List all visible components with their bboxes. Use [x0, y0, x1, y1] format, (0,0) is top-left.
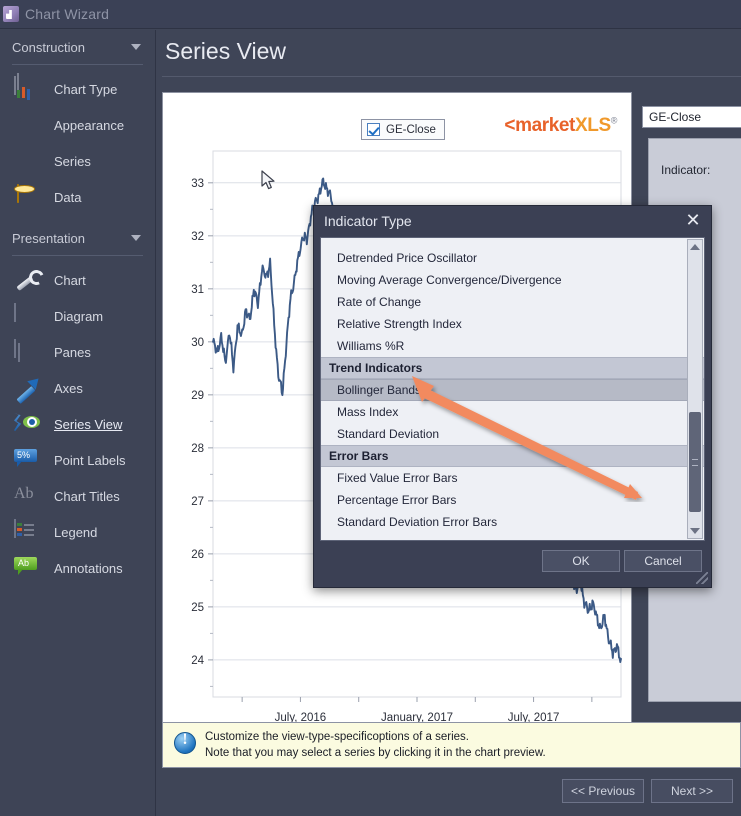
indicator-list-item[interactable]: Williams %R — [321, 335, 704, 357]
indicator-list-item[interactable]: Percentage Error Bars — [321, 489, 704, 511]
sidebar-item-label: Point Labels — [54, 452, 126, 468]
svg-text:25: 25 — [191, 602, 204, 614]
sidebar-item-label: Axes — [54, 380, 83, 396]
help-line-1: Customize the view-type-specificoptions … — [205, 731, 469, 743]
wizard-footer: << Previous Next >> — [157, 768, 741, 816]
indicator-list-item[interactable]: Moving Average Convergence/Divergence — [321, 269, 704, 291]
sidebar-item-label: Chart Titles — [54, 488, 120, 504]
resize-grip-icon[interactable] — [696, 572, 708, 584]
indicator-list-item[interactable]: Detrended Price Oscillator — [321, 247, 704, 269]
sidebar-group-label: Construction — [12, 39, 85, 55]
close-icon[interactable]: ✕ — [683, 211, 703, 231]
svg-text:24: 24 — [191, 655, 204, 667]
sidebar-item-chart-type[interactable]: Chart Type — [0, 71, 155, 107]
dialog-footer: OK Cancel — [314, 542, 711, 587]
sidebar-item-diagram[interactable]: Diagram — [0, 298, 155, 334]
scrollbar-thumb[interactable] — [689, 412, 701, 512]
panes-icon — [14, 339, 16, 358]
sidebar-item-point-labels[interactable]: Point Labels — [0, 442, 155, 478]
window-title: Chart Wizard — [25, 6, 110, 22]
indicator-list-item[interactable]: Standard Deviation — [321, 423, 704, 445]
indicator-list-item[interactable]: Mass Index — [321, 401, 704, 423]
info-icon — [174, 732, 196, 754]
grid-icon — [14, 303, 16, 322]
scroll-up-icon[interactable] — [688, 240, 702, 254]
svg-text:29: 29 — [191, 390, 204, 402]
svg-text:30: 30 — [191, 337, 204, 349]
previous-button[interactable]: << Previous — [562, 779, 644, 803]
next-button[interactable]: Next >> — [651, 779, 733, 803]
svg-text:26: 26 — [191, 549, 204, 561]
indicator-list-item[interactable]: Fixed Value Error Bars — [321, 467, 704, 489]
navigation-sidebar: Construction Chart Type Appearance Serie… — [0, 30, 156, 816]
indicator-list-item[interactable]: Standard Deviation Error Bars — [321, 511, 704, 533]
sidebar-item-series-view[interactable]: Series View — [0, 406, 155, 442]
svg-text:27: 27 — [191, 496, 204, 508]
mouse-cursor-icon — [261, 170, 275, 190]
chart-type-icon — [14, 76, 16, 95]
sidebar-item-label: Appearance — [54, 117, 125, 133]
indicator-group-header: Error Bars — [321, 445, 704, 467]
chevron-down-icon — [131, 44, 141, 50]
cancel-button[interactable]: Cancel — [624, 550, 702, 572]
dialog-titlebar: Indicator Type — [314, 206, 711, 235]
sidebar-item-label: Annotations — [54, 560, 123, 576]
sidebar-item-label: Data — [54, 189, 82, 205]
database-icon — [17, 184, 19, 203]
sidebar-item-chart[interactable]: Chart — [0, 262, 155, 298]
indicator-type-dialog: Indicator Type ✕ Detrended Price Oscilla… — [313, 205, 712, 588]
indicator-list-scrollbar[interactable] — [687, 239, 703, 539]
sidebar-group-construction[interactable]: Construction — [0, 30, 155, 64]
svg-text:33: 33 — [191, 178, 204, 190]
scroll-down-icon[interactable] — [688, 524, 702, 538]
sidebar-item-axes[interactable]: Axes — [0, 370, 155, 406]
indicator-list-item[interactable]: Bollinger Bands — [321, 379, 704, 401]
sidebar-item-label: Legend — [54, 524, 98, 540]
sidebar-item-label: Series — [54, 153, 91, 169]
page-title: Series View — [165, 38, 287, 64]
svg-text:32: 32 — [191, 231, 204, 243]
help-line-2: Note that you may select a series by cli… — [205, 747, 546, 759]
series-selector[interactable]: GE-Close — [642, 106, 741, 128]
help-info-strip: Customize the view-type-specificoptions … — [162, 722, 741, 768]
indicator-list-item[interactable] — [321, 238, 704, 247]
indicator-label: Indicator: — [661, 163, 711, 177]
divider — [12, 255, 143, 256]
dialog-title: Indicator Type — [324, 212, 412, 229]
sidebar-item-annotations[interactable]: Annotations — [0, 550, 155, 586]
legend-icon — [14, 519, 34, 538]
sidebar-item-appearance[interactable]: Appearance — [0, 107, 155, 143]
sidebar-item-legend[interactable]: Legend — [0, 514, 155, 550]
app-icon — [3, 6, 19, 22]
sidebar-item-data[interactable]: Data — [0, 179, 155, 215]
sidebar-item-label: Chart Type — [54, 81, 118, 97]
sidebar-item-label: Panes — [54, 344, 91, 360]
indicator-list[interactable]: Detrended Price Oscillator Moving Average… — [320, 237, 705, 541]
divider — [12, 64, 143, 65]
sidebar-item-chart-titles[interactable]: Ab Chart Titles — [0, 478, 155, 514]
chevron-down-icon — [131, 235, 141, 241]
sidebar-item-label: Diagram — [54, 308, 104, 324]
indicator-group-header: Trend Indicators — [321, 357, 704, 379]
window-titlebar: Chart Wizard — [0, 0, 741, 29]
help-text: Customize the view-type-specificoptions … — [205, 729, 546, 761]
svg-text:31: 31 — [191, 284, 204, 296]
svg-text:28: 28 — [191, 443, 204, 455]
sidebar-item-label: Series View — [54, 416, 123, 432]
sidebar-item-panes[interactable]: Panes — [0, 334, 155, 370]
divider — [162, 76, 741, 77]
indicator-list-item[interactable]: Relative Strength Index — [321, 313, 704, 335]
sidebar-group-presentation[interactable]: Presentation — [0, 221, 155, 255]
chart-wizard-window: Chart Wizard Construction Chart Type App… — [0, 0, 741, 816]
indicator-list-item[interactable]: Rate of Change — [321, 291, 704, 313]
sidebar-group-label: Presentation — [12, 230, 85, 246]
sidebar-item-series[interactable]: Series — [0, 143, 155, 179]
ab-text-icon: Ab — [14, 485, 34, 502]
series-selector-value: GE-Close — [649, 110, 702, 124]
ok-button[interactable]: OK — [542, 550, 620, 572]
sidebar-item-label: Chart — [54, 272, 86, 288]
